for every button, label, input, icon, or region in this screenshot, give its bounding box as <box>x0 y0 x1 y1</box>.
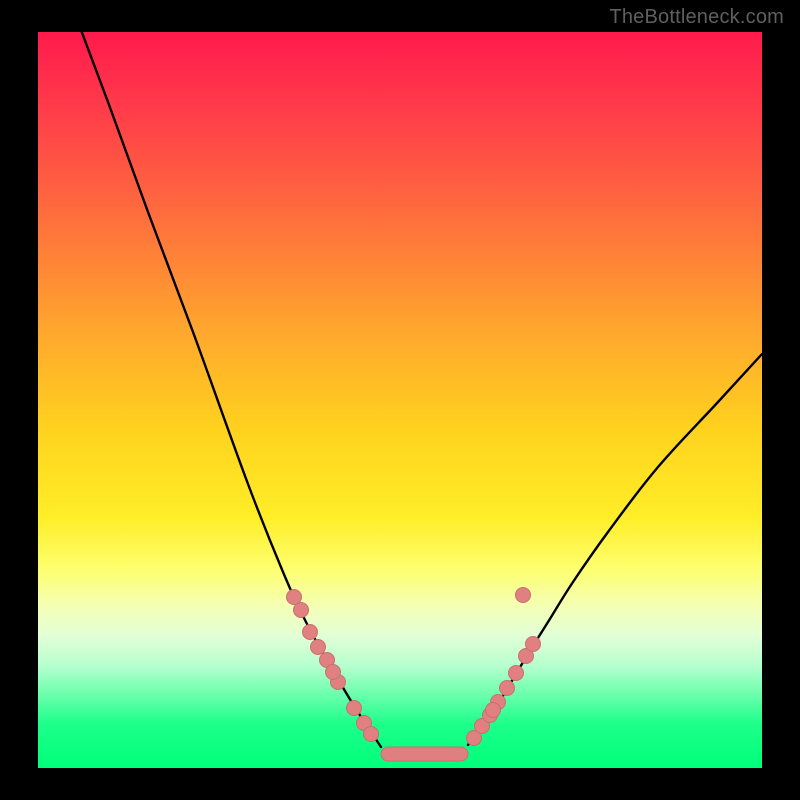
data-point-left <box>347 701 362 716</box>
curve-layer <box>38 32 762 768</box>
data-point-left <box>364 727 379 742</box>
data-point-left <box>294 603 309 618</box>
data-point-right <box>526 637 541 652</box>
watermark-text: TheBottleneck.com <box>609 6 784 29</box>
data-point-left <box>326 665 341 680</box>
data-point-right <box>516 588 531 603</box>
chart-frame: TheBottleneck.com <box>0 0 800 800</box>
data-point-left <box>311 640 326 655</box>
data-point-right <box>500 681 515 696</box>
bottleneck-curve-left <box>78 32 381 747</box>
plot-area <box>38 32 762 768</box>
data-point-right <box>509 666 524 681</box>
optimal-range-band <box>381 747 468 761</box>
data-point-left <box>303 625 318 640</box>
data-point-right <box>486 703 501 718</box>
